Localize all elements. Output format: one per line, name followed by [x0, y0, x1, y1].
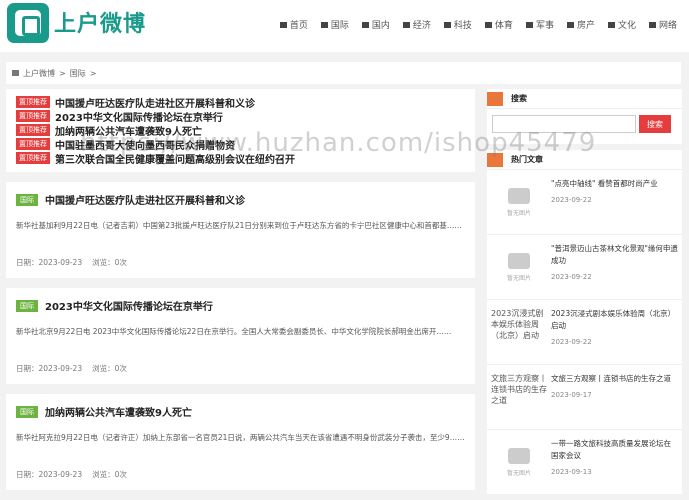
nav-item-culture[interactable]: 文化 — [607, 18, 636, 31]
pinned-item[interactable]: 置顶推荐 2023中华文化国际传播论坛在京举行 — [16, 109, 465, 123]
nav-item-network[interactable]: 网络 — [648, 18, 677, 31]
category-badge[interactable]: 国际 — [16, 193, 38, 206]
breadcrumb-intl[interactable]: 国际 — [70, 68, 86, 79]
site-logo-text[interactable]: 上户微博 — [54, 6, 146, 38]
broken-image-alt[interactable]: 文旅三方观察丨连锁书店的生存之道 — [491, 373, 547, 421]
breadcrumb-sep: > — [59, 68, 66, 78]
post-excerpt: 新华社阿克拉9月22日电（记者许正）加纳上东部省一名官员21日说，两辆公共汽车当… — [16, 433, 465, 442]
post-title[interactable]: 国际 2023中华文化国际传播论坛在京举行 — [16, 298, 465, 313]
hot-article-date: 2023-09-13 — [551, 468, 592, 476]
hot-article[interactable]: 暂无图片 "点亮中轴线" 看赞首都时尚产业 2023-09-22 — [487, 170, 682, 235]
placeholder-image-icon[interactable]: 暂无图片 — [491, 438, 547, 486]
post-date: 日期：2023-09-23 — [16, 258, 83, 267]
nav-item-home[interactable]: 首页 — [279, 18, 308, 31]
pinned-badge: 置顶推荐 — [16, 96, 50, 108]
sidebar: 搜索 搜索 热门文章 暂无图片 "点亮中轴线" 看赞首都时尚产业 2023-09-… — [487, 89, 682, 495]
pinned-badge: 置顶推荐 — [16, 138, 50, 150]
search-button[interactable]: 搜索 — [639, 115, 671, 133]
list-icon — [566, 21, 574, 28]
list-icon — [487, 152, 503, 167]
hot-article-date: 2023-09-22 — [551, 196, 592, 204]
hot-articles-widget: 热门文章 暂无图片 "点亮中轴线" 看赞首都时尚产业 2023-09-22 暂无图… — [487, 150, 682, 495]
main-nav: 首页 国际 国内 经济 科技 体育 军事 房产 文化 网络 — [279, 18, 677, 31]
breadcrumb-sep: > — [89, 68, 97, 78]
hot-article-date: 2023-09-17 — [551, 391, 592, 399]
post-card: 国际 中国援卢旺达医疗队走进社区开展科普和义诊 新华社基加利9月22日电（记者吉莉… — [6, 182, 475, 278]
search-widget-header: 搜索 — [487, 89, 682, 109]
pinned-item[interactable]: 置顶推荐 加纳两辆公共汽车遭袭致9人死亡 — [16, 123, 465, 137]
post-date: 日期：2023-09-23 — [16, 470, 83, 479]
hot-article-date: 2023-09-22 — [551, 273, 592, 281]
hot-article[interactable]: 文旅三方观察丨连锁书店的生存之道 文旅三方观察丨连锁书店的生存之道 2023-09… — [487, 365, 682, 430]
nav-item-military[interactable]: 军事 — [525, 18, 554, 31]
post-views: 浏览：0次 — [92, 470, 127, 479]
hot-article-date: 2023-09-22 — [551, 338, 592, 346]
hot-article-title[interactable]: 文旅三方观察丨连锁书店的生存之道 — [551, 373, 678, 385]
list-icon — [607, 21, 615, 28]
post-date: 日期：2023-09-23 — [16, 364, 83, 373]
post-title[interactable]: 国际 中国援卢旺达医疗队走进社区开展科普和义诊 — [16, 192, 465, 207]
hot-article[interactable]: 暂无图片 "普洱景迈山古茶林文化景观"缘何申遗成功 2023-09-22 — [487, 235, 682, 300]
search-widget: 搜索 搜索 — [487, 89, 682, 144]
list-icon — [487, 91, 503, 106]
post-card: 国际 加纳两辆公共汽车遭袭致9人死亡 新华社阿克拉9月22日电（记者许正）加纳上东… — [6, 394, 475, 490]
post-views: 浏览：0次 — [92, 258, 127, 267]
post-excerpt: 新华社基加利9月22日电（记者吉莉）中国第23批援卢旺达医疗队21日分别来到位于… — [16, 221, 462, 230]
list-icon — [525, 21, 533, 28]
site-header: 上户微博 首页 国际 国内 经济 科技 体育 军事 房产 文化 网络 — [0, 0, 689, 52]
main-content: 置顶推荐 中国援卢旺达医疗队走进社区开展科普和义诊 置顶推荐 2023中华文化国际传… — [6, 89, 475, 500]
list-icon — [648, 21, 656, 28]
pinned-item[interactable]: 置顶推荐 第三次联合国全民健康覆盖问题高级别会议在纽约召开 — [16, 151, 465, 165]
list-icon — [443, 21, 451, 28]
hot-articles-header: 热门文章 — [487, 150, 682, 170]
placeholder-image-icon[interactable]: 暂无图片 — [491, 178, 547, 226]
post-meta: 日期：2023-09-23 浏览：0次 — [16, 257, 465, 268]
breadcrumb-home[interactable]: 上户微博 — [23, 68, 55, 79]
hot-article-title[interactable]: 2023沉浸式剧本娱乐体验周（北京）启动 — [551, 308, 678, 332]
hot-article[interactable]: 暂无图片 一带一路文旅科技高质量发展论坛在国家会议 2023-09-13 — [487, 430, 682, 495]
breadcrumb: 上户微博 > 国际 > — [6, 62, 681, 84]
pinned-item[interactable]: 置顶推荐 中国援卢旺达医疗队走进社区开展科普和义诊 — [16, 95, 465, 109]
search-input[interactable] — [492, 115, 636, 133]
post-meta: 日期：2023-09-23 浏览：0次 — [16, 469, 465, 480]
nav-item-tech[interactable]: 科技 — [443, 18, 472, 31]
pinned-badge: 置顶推荐 — [16, 124, 50, 136]
home-icon — [279, 21, 287, 28]
list-icon — [484, 21, 492, 28]
list-icon — [320, 21, 328, 28]
post-views: 浏览：0次 — [92, 364, 127, 373]
hot-article[interactable]: 2023沉浸式剧本娱乐体验周（北京）启动 2023沉浸式剧本娱乐体验周（北京）启… — [487, 300, 682, 365]
nav-item-realestate[interactable]: 房产 — [566, 18, 595, 31]
placeholder-image-icon[interactable]: 暂无图片 — [491, 243, 547, 291]
post-excerpt: 新华社北京9月22日电 2023中华文化国际传播论坛22日在京举行。全国人大常委… — [16, 327, 452, 336]
nav-item-economy[interactable]: 经济 — [402, 18, 431, 31]
list-icon — [361, 21, 369, 28]
post-title[interactable]: 国际 加纳两辆公共汽车遭袭致9人死亡 — [16, 404, 465, 419]
list-icon — [402, 21, 410, 28]
pinned-badge: 置顶推荐 — [16, 152, 50, 164]
nav-item-sports[interactable]: 体育 — [484, 18, 513, 31]
post-meta: 日期：2023-09-23 浏览：0次 — [16, 363, 465, 374]
hot-article-title[interactable]: "普洱景迈山古茶林文化景观"缘何申遗成功 — [551, 243, 678, 267]
pinned-item[interactable]: 置顶推荐 中国驻墨西哥大使向墨西哥民众捐赠物资 — [16, 137, 465, 151]
post-card: 国际 2023中华文化国际传播论坛在京举行 新华社北京9月22日电 2023中华文… — [6, 288, 475, 384]
nav-item-domestic[interactable]: 国内 — [361, 18, 390, 31]
hot-article-title[interactable]: "点亮中轴线" 看赞首都时尚产业 — [551, 178, 678, 190]
logo-icon[interactable] — [7, 3, 49, 43]
pinned-list: 置顶推荐 中国援卢旺达医疗队走进社区开展科普和义诊 置顶推荐 2023中华文化国际传… — [6, 89, 475, 172]
nav-item-intl[interactable]: 国际 — [320, 18, 349, 31]
category-badge[interactable]: 国际 — [16, 299, 38, 312]
pinned-badge: 置顶推荐 — [16, 110, 50, 122]
broken-image-alt[interactable]: 2023沉浸式剧本娱乐体验周（北京）启动 — [491, 308, 547, 356]
home-icon — [12, 70, 19, 76]
hot-article-title[interactable]: 一带一路文旅科技高质量发展论坛在国家会议 — [551, 438, 678, 462]
category-badge[interactable]: 国际 — [16, 405, 38, 418]
